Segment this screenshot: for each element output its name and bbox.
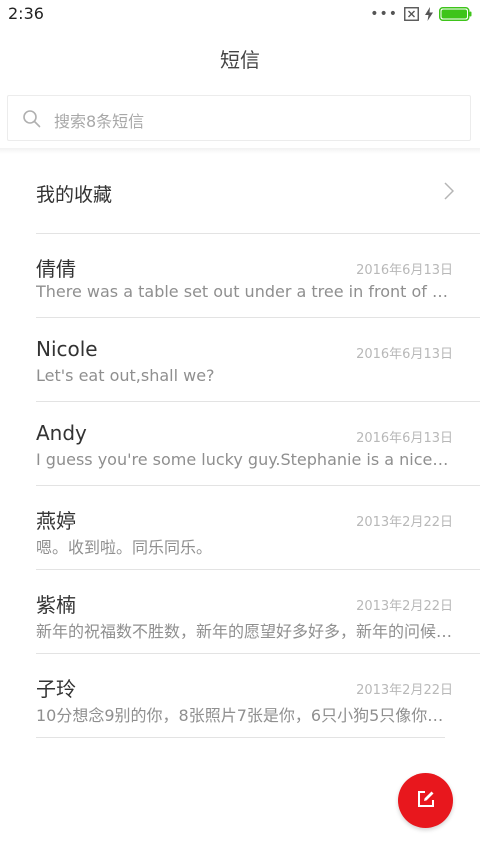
message-preview: Let's eat out,shall we?	[36, 366, 215, 385]
status-icons: •••	[370, 6, 472, 22]
contact-name: 倩倩	[36, 257, 76, 281]
conversation-item[interactable]: 燕婷 2013年2月22日 嗯。收到啦。同乐同乐。	[36, 486, 480, 570]
charging-bolt-icon	[425, 7, 433, 21]
conversation-item[interactable]: 倩倩 2016年6月13日 There was a table set out …	[36, 234, 480, 318]
signal-dots-icon: •••	[370, 6, 398, 22]
contact-name: Nicole	[36, 337, 98, 361]
favorites-row[interactable]: 我的收藏	[0, 150, 480, 234]
message-date: 2013年2月22日	[356, 599, 453, 614]
status-bar: 2:36 •••	[0, 0, 480, 28]
message-date: 2016年6月13日	[356, 431, 453, 446]
message-date: 2013年2月22日	[356, 683, 453, 698]
message-preview: 嗯。收到啦。同乐同乐。	[36, 538, 213, 557]
search-input[interactable]: 搜索8条短信	[7, 95, 471, 141]
contact-name: 紫楠	[36, 593, 76, 617]
message-preview: There was a table set out under a tree i…	[36, 282, 453, 301]
conversation-item[interactable]: 紫楠 2013年2月22日 新年的祝福数不胜数，新年的愿望好多好多，新年的问候送…	[36, 570, 480, 654]
compose-button[interactable]	[398, 773, 453, 828]
message-preview: 新年的祝福数不胜数，新年的愿望好多好多，新年的问候送给你	[36, 622, 453, 641]
contact-name: Andy	[36, 421, 87, 445]
message-date: 2016年6月13日	[356, 347, 453, 362]
search-icon	[22, 109, 42, 133]
message-date: 2016年6月13日	[356, 263, 453, 278]
page-title: 短信	[220, 48, 260, 72]
favorites-label: 我的收藏	[36, 184, 113, 206]
conversation-item[interactable]: Nicole 2016年6月13日 Let's eat out,shall we…	[36, 318, 480, 402]
conversation-item[interactable]: Andy 2016年6月13日 I guess you're some luck…	[36, 402, 480, 486]
message-date: 2013年2月22日	[356, 515, 453, 530]
message-preview: 10分想念9别的你，8张照片7张是你，6只小狗5只像你，4季	[36, 706, 453, 725]
contact-name: 燕婷	[36, 509, 76, 533]
status-time: 2:36	[8, 4, 44, 23]
battery-full-icon	[439, 7, 472, 21]
search-placeholder: 搜索8条短信	[54, 112, 145, 131]
conversation-item[interactable]: 子玲 2013年2月22日 10分想念9别的你，8张照片7张是你，6只小狗5只像…	[36, 654, 453, 738]
contact-name: 子玲	[36, 677, 76, 701]
sim-missing-icon	[404, 7, 419, 21]
chevron-right-icon	[444, 182, 455, 204]
conversation-list: 倩倩 2016年6月13日 There was a table set out …	[0, 234, 480, 738]
message-preview: I guess you're some lucky guy.Stephanie …	[36, 450, 453, 469]
compose-icon	[416, 789, 436, 813]
